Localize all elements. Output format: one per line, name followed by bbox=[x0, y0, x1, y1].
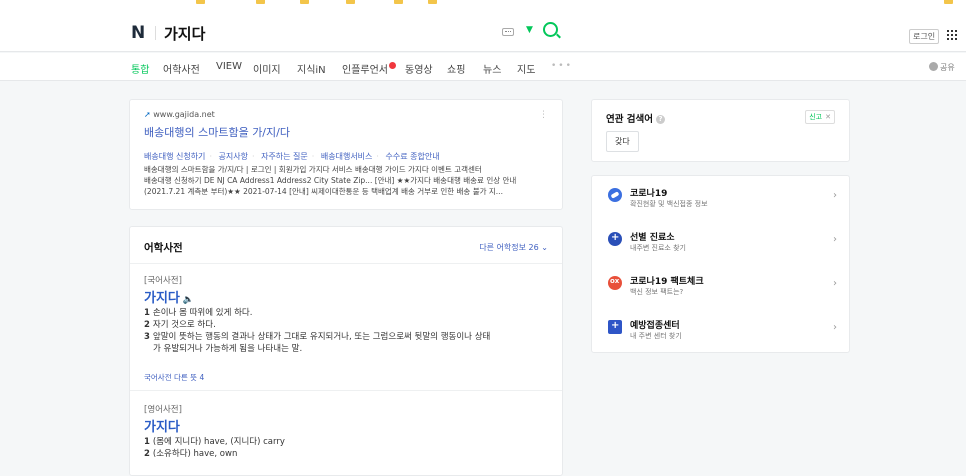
tab-influencer[interactable]: 인플루언서 bbox=[342, 61, 396, 76]
bookmark-folder-icon[interactable] bbox=[256, 0, 265, 4]
search-button[interactable] bbox=[543, 22, 558, 37]
close-icon[interactable]: ✕ bbox=[825, 113, 831, 121]
covid-info-card: 코로나19 확진현황 및 백신접종 정보 › 선별 진료소 내주변 진료소 찾기… bbox=[591, 175, 850, 353]
headword-link[interactable]: 가지다 🔈 bbox=[144, 287, 194, 306]
definition-item: 2 (소유하다) have, own bbox=[144, 449, 238, 459]
english-dictionary-label: [영어사전] bbox=[144, 405, 182, 415]
help-icon[interactable]: ? bbox=[656, 115, 666, 124]
description-line: 배송대행 신청하기 DE NJ CA Address1 Address2 Cit… bbox=[144, 176, 517, 185]
chevron-right-icon: › bbox=[833, 322, 837, 333]
result-title-link[interactable]: 배송대행의 스마트함을 가/지/다 bbox=[144, 124, 290, 140]
divider bbox=[130, 263, 562, 264]
corona-icon bbox=[608, 188, 622, 202]
korean-more-meanings-link[interactable]: 국어사전 다른 뜻 4 bbox=[144, 372, 204, 383]
more-tabs-icon[interactable]: ••• bbox=[551, 61, 573, 71]
speaker-icon[interactable]: 🔈 bbox=[183, 295, 194, 305]
sitelink[interactable]: 자주하는 질문 bbox=[261, 152, 308, 161]
bookmark-folder-icon[interactable] bbox=[394, 0, 403, 4]
definition-item: 1 (몸에 지니다) have, (지니다) carry bbox=[144, 437, 285, 447]
result-url[interactable]: ➚ www.gajida.net bbox=[144, 110, 215, 119]
bookmark-folder-icon[interactable] bbox=[428, 0, 437, 4]
login-button[interactable]: 로그인 bbox=[909, 29, 940, 44]
search-header: N 가지다 ▼ 로그인 bbox=[0, 6, 966, 52]
search-query-input[interactable]: 가지다 bbox=[164, 23, 205, 44]
share-button[interactable]: 공유 bbox=[929, 62, 955, 73]
web-result-card: ➚ www.gajida.net ⋮ 배송대행의 스마트함을 가/지/다 배송대… bbox=[129, 99, 563, 210]
vaccination-center-icon bbox=[608, 320, 622, 334]
side-link-title: 선별 진료소 bbox=[630, 233, 675, 243]
apps-grid-icon[interactable] bbox=[947, 30, 957, 40]
chevron-down-icon: ⌄ bbox=[541, 243, 548, 252]
definition-list: 1 손이나 몸 따위에 있게 하다. 2 자기 것으로 하다. 3 앞말이 뜻하는 행… bbox=[144, 307, 554, 355]
sitelinks: 배송대행 신청하기 · 공지사항 · 자주하는 질문 · 배송대행서비스 · 수수료 종… bbox=[144, 152, 440, 161]
sitelink[interactable]: 수수료 종합안내 bbox=[386, 152, 440, 161]
side-link-title: 예방접종센터 bbox=[630, 321, 680, 331]
tab-image[interactable]: 이미지 bbox=[253, 61, 281, 76]
tab-integrated[interactable]: 통합 bbox=[131, 61, 149, 76]
side-link-subtitle: 확진현황 및 백신접종 정보 bbox=[630, 200, 708, 208]
more-dictionary-link[interactable]: 다른 어학정보 26 ⌄ bbox=[479, 242, 548, 253]
tab-shopping[interactable]: 쇼핑 bbox=[447, 61, 465, 76]
side-link-covid[interactable]: 코로나19 확진현황 및 백신접종 정보 › bbox=[592, 176, 851, 220]
keyboard-icon[interactable] bbox=[502, 28, 514, 36]
related-searches-card: 연관 검색어? 신고 ✕ 갖다 bbox=[591, 99, 850, 162]
naver-logo[interactable]: N bbox=[131, 23, 145, 43]
definition-list: 1 (몸에 지니다) have, (지니다) carry 2 (소유하다) have… bbox=[144, 436, 554, 460]
sitelink[interactable]: 배송대행 신청하기 bbox=[144, 152, 205, 161]
factcheck-icon bbox=[608, 276, 622, 290]
tab-kin[interactable]: 지식iN bbox=[297, 61, 326, 76]
sitelink[interactable]: 배송대행서비스 bbox=[321, 152, 373, 161]
result-description: 배송대행의 스마트함을 가/지/다 | 로그인 | 회원가입 가지다 서비스 배… bbox=[144, 164, 558, 197]
more-options-icon[interactable]: ⋮ bbox=[539, 110, 548, 120]
report-button[interactable]: 신고 ✕ bbox=[805, 110, 835, 124]
side-link-vaccination[interactable]: 예방접종센터 내 주변 센터 찾기 › bbox=[592, 308, 851, 352]
search-tabs: 통합 어학사전 VIEW 이미지 지식iN 인플루언서 동영상 쇼핑 뉴스 지도… bbox=[0, 53, 966, 81]
header-divider bbox=[155, 26, 156, 40]
tab-dictionary[interactable]: 어학사전 bbox=[163, 61, 200, 76]
side-link-subtitle: 백신 정보 팩트는? bbox=[630, 288, 684, 296]
related-heading: 연관 검색어? bbox=[606, 111, 666, 125]
description-line: (2021.7.21 계측분 부터)★★ 2021-07-14 [안내] 씨제이… bbox=[144, 187, 503, 196]
bookmark-folder-icon[interactable] bbox=[196, 0, 205, 4]
side-link-factcheck[interactable]: 코로나19 팩트체크 백신 정보 팩트는? › bbox=[592, 264, 851, 308]
description-line: 배송대행의 스마트함을 가/지/다 | 로그인 | 회원가입 가지다 서비스 배… bbox=[144, 165, 482, 174]
side-link-title: 코로나19 bbox=[630, 189, 668, 199]
definition-item: 1 손이나 몸 따위에 있게 하다. bbox=[144, 308, 253, 318]
link-arrow-icon: ➚ bbox=[144, 110, 151, 119]
tab-map[interactable]: 지도 bbox=[517, 61, 535, 76]
definition-item: 3 앞말이 뜻하는 행동의 결과나 상태가 그대로 유지되거나, 또는 그럼으로써… bbox=[144, 332, 491, 342]
chevron-right-icon: › bbox=[833, 278, 837, 289]
side-link-clinic[interactable]: 선별 진료소 내주변 진료소 찾기 › bbox=[592, 220, 851, 264]
related-search-chip[interactable]: 갖다 bbox=[606, 131, 639, 152]
clinic-icon bbox=[608, 232, 622, 246]
korean-dictionary-label: [국어사전] bbox=[144, 276, 182, 286]
sitelink[interactable]: 공지사항 bbox=[219, 152, 248, 161]
side-link-title: 코로나19 팩트체크 bbox=[630, 277, 704, 287]
dictionary-card: 어학사전 다른 어학정보 26 ⌄ [국어사전] 가지다 🔈 1 손이나 몸 따위에… bbox=[129, 226, 563, 476]
headword-link[interactable]: 가지다 bbox=[144, 416, 180, 435]
tab-view[interactable]: VIEW bbox=[216, 61, 242, 72]
side-link-subtitle: 내주변 진료소 찾기 bbox=[630, 244, 686, 252]
chevron-right-icon: › bbox=[833, 234, 837, 245]
chevron-right-icon: › bbox=[833, 190, 837, 201]
bookmark-folder-icon[interactable] bbox=[346, 0, 355, 4]
side-link-subtitle: 내 주변 센터 찾기 bbox=[630, 332, 682, 340]
divider bbox=[130, 390, 562, 391]
chevron-down-icon[interactable]: ▼ bbox=[526, 25, 533, 35]
definition-item: 가 유발되거나 가능하게 됨을 나타내는 말. bbox=[153, 344, 303, 354]
dictionary-heading: 어학사전 bbox=[144, 242, 183, 254]
new-badge-icon bbox=[389, 62, 396, 69]
tab-video[interactable]: 동영상 bbox=[405, 61, 433, 76]
bookmark-folder-icon[interactable] bbox=[944, 0, 953, 4]
share-icon bbox=[929, 62, 938, 71]
bookmark-folder-icon[interactable] bbox=[300, 0, 309, 4]
tab-news[interactable]: 뉴스 bbox=[483, 61, 501, 76]
definition-item: 2 자기 것으로 하다. bbox=[144, 320, 216, 330]
